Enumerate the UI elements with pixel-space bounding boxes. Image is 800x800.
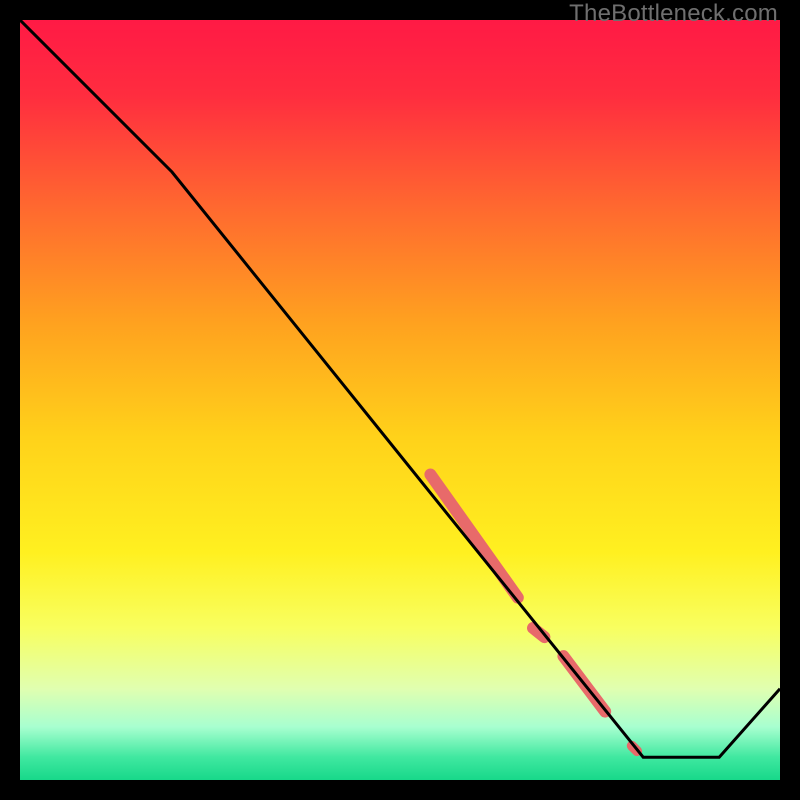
chart-svg xyxy=(20,20,780,780)
watermark-text: TheBottleneck.com xyxy=(569,0,778,28)
chart-frame xyxy=(20,20,780,780)
